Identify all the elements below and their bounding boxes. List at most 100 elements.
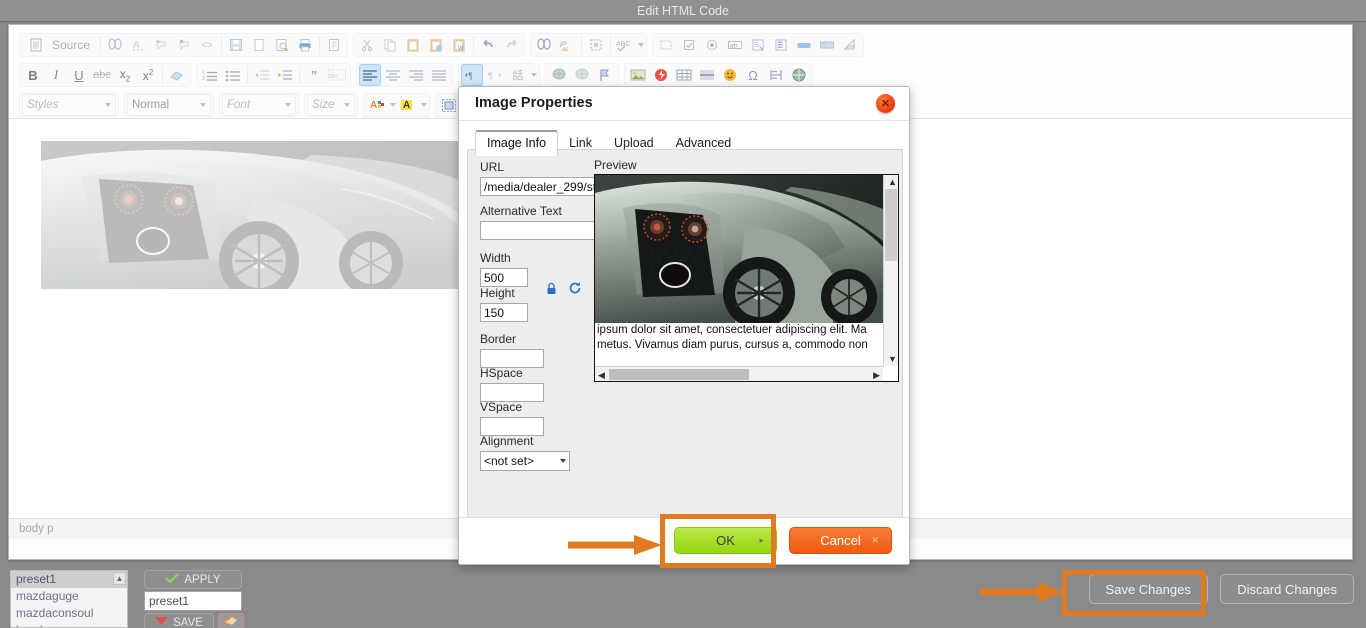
smiley-icon[interactable]	[719, 64, 741, 86]
form-icon[interactable]	[655, 34, 677, 56]
selectall-icon[interactable]	[585, 34, 607, 56]
list-item[interactable]: mazdaguge	[11, 588, 127, 605]
font-combo[interactable]: Font	[222, 94, 296, 116]
imagebutton-icon[interactable]	[816, 34, 838, 56]
link-icon[interactable]	[548, 64, 570, 86]
cut-icon[interactable]	[356, 34, 378, 56]
blockquote-icon[interactable]: ”	[303, 64, 325, 86]
tab-link[interactable]: Link	[558, 132, 603, 155]
chevron-down-icon[interactable]	[531, 73, 537, 77]
vertical-scroll-thumb[interactable]	[885, 189, 897, 261]
undo-icon[interactable]	[477, 34, 499, 56]
lock-ratio-icon[interactable]	[546, 282, 557, 300]
specialchar-icon[interactable]: Ω	[742, 64, 764, 86]
paste-text-icon[interactable]	[425, 34, 447, 56]
creatediv-icon[interactable]: div	[326, 64, 348, 86]
indent-icon[interactable]	[274, 64, 296, 86]
button-icon[interactable]	[793, 34, 815, 56]
find-icon[interactable]	[104, 34, 126, 56]
size-combo[interactable]: Size	[307, 94, 355, 116]
horizontalrule-icon[interactable]	[696, 64, 718, 86]
unlink-icon[interactable]	[571, 64, 593, 86]
removeformat-icon[interactable]	[166, 64, 188, 86]
hiddenfield-icon[interactable]: con	[839, 34, 861, 56]
list-item[interactable]: header	[11, 622, 127, 627]
justifycenter-icon[interactable]	[382, 64, 404, 86]
templates-icon[interactable]	[323, 34, 345, 56]
numberedlist-icon[interactable]: 13	[199, 64, 221, 86]
apply-button[interactable]: APPLY	[144, 570, 242, 589]
newpage-icon[interactable]	[248, 34, 270, 56]
list-item[interactable]: mazdaconsoul	[11, 605, 127, 622]
justifyright-icon[interactable]	[405, 64, 427, 86]
scroll-down-icon[interactable]: ▼	[888, 354, 897, 364]
justifyblock-icon[interactable]	[428, 64, 450, 86]
tab-image-info[interactable]: Image Info	[475, 130, 559, 156]
paste-icon[interactable]	[402, 34, 424, 56]
bg-color-icon[interactable]: A	[397, 94, 419, 116]
italic-icon[interactable]: I	[45, 64, 67, 86]
find-replace-icon[interactable]	[533, 34, 555, 56]
preview-icon[interactable]	[271, 34, 293, 56]
strike-icon[interactable]: abc	[91, 64, 113, 86]
scroll-right-icon[interactable]: ▶	[873, 370, 880, 381]
cancel-button[interactable]: Cancel ✕	[789, 527, 892, 554]
image-icon[interactable]	[627, 64, 649, 86]
alignment-select[interactable]: <not set>	[480, 451, 570, 471]
tab-upload[interactable]: Upload	[603, 132, 665, 155]
spellchecker-icon[interactable]: ABC	[614, 34, 636, 56]
text-color-icon[interactable]: A	[366, 94, 388, 116]
image-preview-box[interactable]: ipsum dolor sit amet, consectetuer adipi…	[594, 174, 899, 382]
copy-icon[interactable]	[379, 34, 401, 56]
textfield-icon[interactable]: ab	[724, 34, 746, 56]
scroll-left-icon[interactable]: ◀	[598, 370, 605, 381]
replace-icon[interactable]: ab ac	[556, 34, 578, 56]
bold-icon[interactable]: B	[22, 64, 44, 86]
language-icon[interactable]: 話	[507, 64, 529, 86]
justifyleft-icon[interactable]	[359, 64, 381, 86]
select-icon[interactable]	[770, 34, 792, 56]
scroll-up-icon[interactable]: ▲	[888, 177, 897, 187]
table-icon[interactable]	[673, 64, 695, 86]
preview-vertical-scrollbar[interactable]: ▲ ▼	[883, 175, 898, 366]
superscript-icon[interactable]: x2	[137, 64, 159, 86]
styles-combo[interactable]: Styles	[22, 94, 116, 116]
discard-changes-button[interactable]: Discard Changes	[1220, 574, 1354, 604]
bulletedlist-icon[interactable]	[222, 64, 244, 86]
print-icon[interactable]	[294, 34, 316, 56]
pagebreak-icon[interactable]	[765, 64, 787, 86]
ltr-icon[interactable]: ¶	[461, 64, 483, 86]
close-icon[interactable]: ✕	[876, 94, 895, 113]
chevron-down-icon[interactable]	[390, 103, 396, 107]
preview-horizontal-scrollbar[interactable]: ◀ ▶	[595, 366, 883, 381]
preset-list[interactable]: preset1 mazdaguge mazdaconsoul header ▲	[10, 570, 128, 628]
paste-word-icon[interactable]: W	[448, 34, 470, 56]
height-input[interactable]	[480, 303, 528, 322]
checkbox-icon[interactable]	[678, 34, 700, 56]
flash-icon[interactable]	[650, 64, 672, 86]
show-blocks-icon[interactable]	[438, 94, 460, 116]
underline-icon[interactable]: U	[68, 64, 90, 86]
save-preset-button[interactable]: SAVE	[144, 613, 214, 628]
radio-icon[interactable]	[701, 34, 723, 56]
width-input[interactable]	[480, 268, 528, 287]
spellcheck-add-icon[interactable]	[150, 34, 172, 56]
tab-advanced[interactable]: Advanced	[665, 132, 743, 155]
rtl-icon[interactable]: ¶	[484, 64, 506, 86]
preset-name-input[interactable]	[144, 591, 242, 611]
outdent-icon[interactable]	[251, 64, 273, 86]
format-combo[interactable]: Normal	[127, 94, 211, 116]
save-icon[interactable]	[225, 34, 247, 56]
code-icon[interactable]: <>	[196, 34, 218, 56]
list-item[interactable]: preset1	[11, 571, 127, 588]
iframe-icon[interactable]	[788, 64, 810, 86]
reset-size-icon[interactable]	[568, 281, 582, 300]
spellcheck-scayt-icon[interactable]: A	[127, 34, 149, 56]
source-button[interactable]: Source	[22, 34, 97, 56]
spellcheck-ignore-icon[interactable]	[173, 34, 195, 56]
textarea-icon[interactable]	[747, 34, 769, 56]
chevron-down-icon[interactable]	[638, 43, 645, 47]
redo-icon[interactable]	[500, 34, 522, 56]
anchor-icon[interactable]	[594, 64, 616, 86]
delete-preset-button[interactable]	[218, 613, 244, 628]
